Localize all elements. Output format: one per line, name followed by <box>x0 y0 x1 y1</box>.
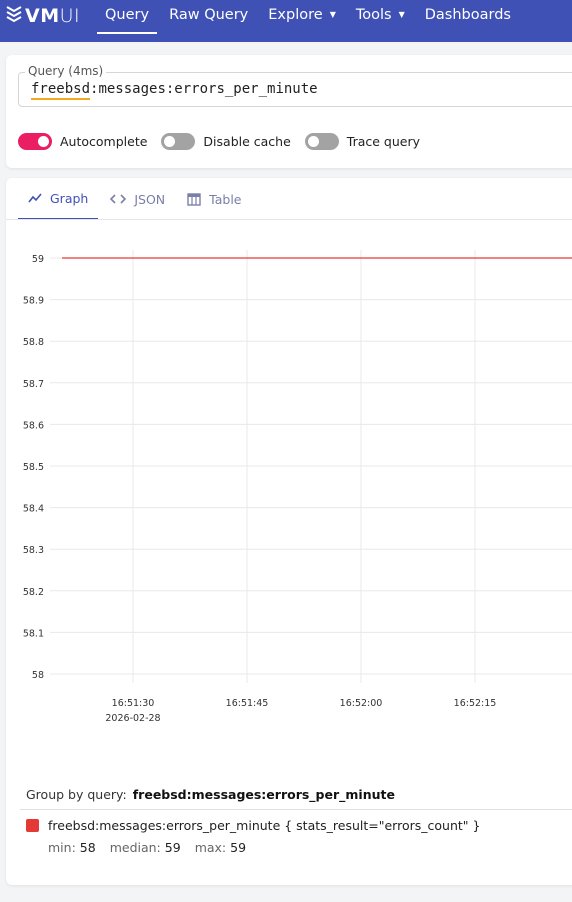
legend-item[interactable]: freebsd:messages:errors_per_minute { sta… <box>26 818 480 833</box>
chevron-down-icon: ▼ <box>398 10 405 19</box>
legend-color-swatch <box>26 819 39 832</box>
nav-raw-query[interactable]: Raw Query <box>161 0 256 42</box>
logo-text: VMUI <box>25 5 81 27</box>
y-tick-label: 58.8 <box>23 337 44 348</box>
legend-stats: min: 58 median: 59 max: 59 <box>48 840 260 855</box>
trace-query-switch[interactable] <box>304 133 339 150</box>
top-navigation-bar: VMUI Query Raw Query Explore ▼ Tools ▼ Das… <box>0 0 572 42</box>
y-tick-label: 58.3 <box>23 545 44 556</box>
y-tick-label: 58.9 <box>23 296 44 307</box>
trace-query-toggle[interactable]: Trace query <box>304 133 420 150</box>
stat-max: max: 59 <box>194 840 247 855</box>
x-tick-label: 16:52:15 <box>454 698 497 709</box>
x-tick-label: 16:52:00 <box>340 698 383 709</box>
stat-median: median: 59 <box>109 840 181 855</box>
query-label: Query (4ms) <box>25 64 107 78</box>
vmui-logo[interactable]: VMUI <box>6 5 80 27</box>
query-text[interactable]: freebsd:messages:errors_per_minute <box>31 81 318 97</box>
disable-cache-switch[interactable] <box>161 133 196 150</box>
legend-series-label: freebsd:messages:errors_per_minute { sta… <box>48 818 481 833</box>
y-tick-label: 58.2 <box>23 587 44 598</box>
x-date-label: 2026-02-28 <box>105 713 160 724</box>
line-chart[interactable]: 59 58.9 58.8 58.7 58.6 58.5 58.4 58.3 58.2 58.1 58… <box>6 178 572 738</box>
nav-tools[interactable]: Tools ▼ <box>348 0 413 42</box>
autocomplete-switch[interactable] <box>18 133 52 150</box>
y-tick-label: 58.6 <box>23 420 44 431</box>
y-tick-label: 58.1 <box>23 628 44 639</box>
y-tick-label: 58.7 <box>23 379 44 390</box>
nav-dashboards[interactable]: Dashboards <box>417 0 519 42</box>
chevron-down-icon: ▼ <box>329 10 336 19</box>
query-input[interactable]: Query (4ms) freebsd:messages:errors_per_… <box>18 64 572 107</box>
main-nav: Query Raw Query Explore ▼ Tools ▼ Dashboar… <box>97 0 523 42</box>
group-by-query: Group by query: freebsd:messages:errors_p… <box>26 787 395 802</box>
legend-divider <box>20 809 572 810</box>
results-panel: Graph JSON Table 59 58.9 58.8 58.7 58.6 58.5 5… <box>6 178 572 885</box>
x-tick-label: 16:51:30 <box>112 698 155 709</box>
y-tick-label: 58 <box>32 670 44 681</box>
query-options: Autocomplete Disable cache Trace query <box>18 133 434 150</box>
x-tick-label: 16:51:45 <box>226 698 269 709</box>
logo-icon <box>6 5 22 27</box>
y-tick-label: 58.4 <box>23 504 44 515</box>
disable-cache-toggle[interactable]: Disable cache <box>161 133 291 150</box>
y-tick-label: 58.5 <box>23 462 44 473</box>
autocomplete-toggle[interactable]: Autocomplete <box>18 133 147 150</box>
stat-min: min: 58 <box>48 840 96 855</box>
y-tick-label: 59 <box>32 254 44 265</box>
nav-explore[interactable]: Explore ▼ <box>260 0 344 42</box>
query-panel: Query (4ms) freebsd:messages:errors_per_… <box>6 55 572 168</box>
nav-query[interactable]: Query <box>97 0 158 34</box>
